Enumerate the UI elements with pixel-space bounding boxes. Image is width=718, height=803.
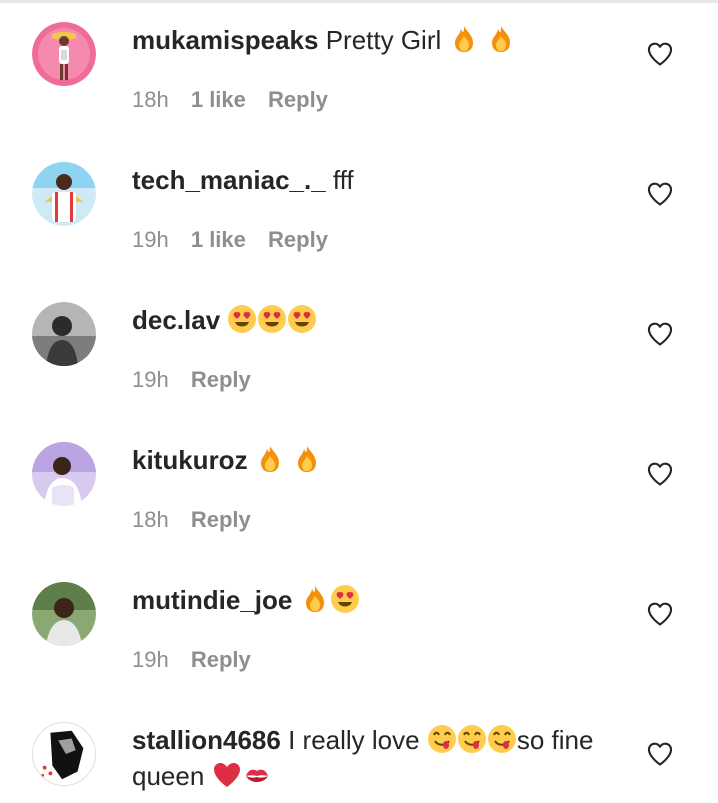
reply-button[interactable]: Reply [268, 87, 328, 112]
comment-body: mukamispeaks Pretty Girl [132, 22, 602, 58]
avatar[interactable] [32, 302, 96, 366]
avatar[interactable] [32, 22, 96, 86]
fire-emoji [255, 444, 285, 474]
like-heart-icon[interactable] [646, 180, 674, 208]
comment-text: I really love [288, 725, 420, 755]
avatar[interactable] [32, 162, 96, 226]
comment-item: kitukuroz 18h Reply [0, 422, 718, 562]
comment-text: Pretty Girl [325, 25, 442, 55]
comment-meta: 18h 1 like Reply [132, 86, 344, 114]
reply-button[interactable]: Reply [191, 367, 251, 392]
comment-item: dec.lav 19h Reply [0, 282, 718, 422]
comment-time: 18h [132, 507, 169, 532]
reply-button[interactable]: Reply [191, 647, 251, 672]
comment-username[interactable]: kitukuroz [132, 445, 248, 475]
comment-meta: 19h Reply [132, 646, 267, 674]
comment-meta: 19h Reply [132, 366, 267, 394]
comment-body: mutindie_joe [132, 582, 602, 618]
fire-emoji [292, 444, 322, 474]
yum-emoji [487, 724, 517, 754]
comment-body: tech_maniac_._ fff [132, 162, 602, 198]
red-heart-emoji [212, 760, 242, 790]
heart-eyes-emoji [257, 304, 287, 334]
comment-item: mukamispeaks Pretty Girl 18h 1 like Repl… [0, 2, 718, 142]
reply-button[interactable]: Reply [191, 507, 251, 532]
comment-time: 19h [132, 227, 169, 252]
comment-time: 18h [132, 87, 169, 112]
comment-likes[interactable]: 1 like [191, 227, 246, 252]
comment-time: 19h [132, 647, 169, 672]
yum-emoji [427, 724, 457, 754]
fire-emoji [486, 24, 516, 54]
like-heart-icon[interactable] [646, 600, 674, 628]
comment-likes[interactable]: 1 like [191, 87, 246, 112]
comment-time: 19h [132, 367, 169, 392]
fire-emoji [449, 24, 479, 54]
comment-username[interactable]: dec.lav [132, 305, 220, 335]
yum-emoji [457, 724, 487, 754]
comment-username[interactable]: mukamispeaks [132, 25, 318, 55]
comment-body: kitukuroz [132, 442, 602, 478]
heart-eyes-emoji [330, 584, 360, 614]
comment-item: tech_maniac_._ fff 19h 1 like Reply [0, 142, 718, 282]
heart-eyes-emoji [287, 304, 317, 334]
avatar[interactable] [32, 582, 96, 646]
avatar[interactable] [32, 722, 96, 786]
comment-username[interactable]: mutindie_joe [132, 585, 292, 615]
comment-body: dec.lav [132, 302, 602, 338]
comment-body: stallion4686 I really love so fine queen [132, 722, 602, 794]
comment-text: fff [332, 165, 354, 195]
heart-eyes-emoji [227, 304, 257, 334]
comment-item: mutindie_joe 19h Reply [0, 562, 718, 702]
like-heart-icon[interactable] [646, 460, 674, 488]
fire-emoji [300, 584, 330, 614]
comment-item: stallion4686 I really love so fine queen [0, 702, 718, 803]
comment-meta: 19h 1 like Reply [132, 226, 344, 254]
avatar[interactable] [32, 442, 96, 506]
like-heart-icon[interactable] [646, 740, 674, 768]
kiss-mark-emoji [242, 760, 272, 790]
comment-username[interactable]: stallion4686 [132, 725, 281, 755]
like-heart-icon[interactable] [646, 320, 674, 348]
reply-button[interactable]: Reply [268, 227, 328, 252]
like-heart-icon[interactable] [646, 40, 674, 68]
comment-meta: 18h Reply [132, 506, 267, 534]
comments-panel: mukamispeaks Pretty Girl 18h 1 like Repl… [0, 0, 718, 803]
comment-username[interactable]: tech_maniac_._ [132, 165, 326, 195]
